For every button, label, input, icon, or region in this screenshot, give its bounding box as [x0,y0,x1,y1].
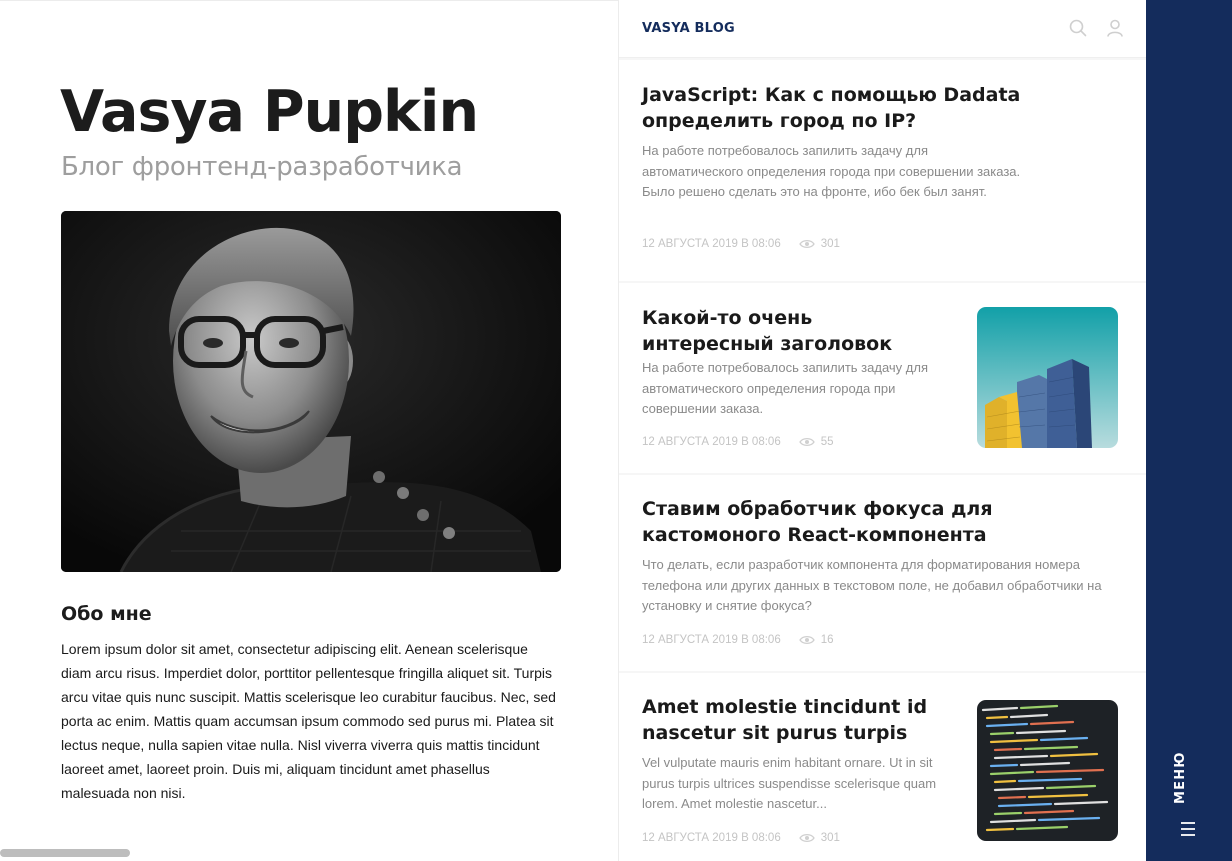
blog-feed: VASYA BLOG JavaScript: Как с помощью Dad… [618,0,1147,861]
eye-icon [798,239,815,249]
user-icon[interactable] [1105,18,1125,38]
post-views-count: 55 [820,436,834,448]
post-views: 301 [798,832,840,844]
post-meta: 12 АВГУСТА 2019 В 08:06 301 [642,238,840,250]
menu-sidebar[interactable]: МЕНЮ [1146,0,1232,861]
post-meta: 12 АВГУСТА 2019 В 08:06 301 [642,832,840,844]
post-date: 12 АВГУСТА 2019 В 08:06 [642,832,781,844]
post-views-count: 16 [820,634,834,646]
search-icon[interactable] [1068,18,1088,38]
profile-name: Vasya Pupkin [60,79,479,145]
hamburger-icon[interactable] [1179,821,1197,837]
post-meta: 12 АВГУСТА 2019 В 08:06 55 [642,436,834,448]
post-views: 55 [798,436,834,448]
post-date: 12 АВГУСТА 2019 В 08:06 [642,436,781,448]
horizontal-scrollbar[interactable] [0,849,130,857]
post-excerpt: На работе потребовалось запилить задачу … [642,143,1021,199]
post-meta: 12 АВГУСТА 2019 В 08:06 16 [642,634,834,646]
post-date: 12 АВГУСТА 2019 В 08:06 [642,634,781,646]
eye-icon [798,437,815,447]
post-excerpt: На работе потребовалось запилить задачу … [642,360,928,416]
blog-logo[interactable]: VASYA BLOG [642,21,735,36]
post-excerpt: Что делать, если разработчик компонента … [642,557,1102,613]
eye-icon [798,635,815,645]
post-views-count: 301 [820,832,840,844]
post-card[interactable]: Какой-то очень интересный заголовок На р… [619,283,1147,473]
post-card[interactable]: Amet molestie tincidunt id nascetur sit … [619,673,1147,861]
post-excerpt: Vel vulputate mauris enim habitant ornar… [642,755,937,811]
post-views: 301 [798,238,840,250]
post-views: 16 [798,634,834,646]
about-text: Lorem ipsum dolor sit amet, consectetur … [61,641,556,801]
post-title[interactable]: Amet molestie tincidunt id nascetur sit … [642,694,942,746]
post-thumbnail-buildings[interactable] [977,307,1118,448]
post-title[interactable]: Ставим обработчик фокуса для кастомоного… [642,496,1122,548]
post-views-count: 301 [820,238,840,250]
post-date: 12 АВГУСТА 2019 В 08:06 [642,238,781,250]
post-card[interactable]: JavaScript: Как с помощью Dadata определ… [619,60,1147,281]
post-thumbnail-code[interactable] [977,700,1118,841]
post-title[interactable]: JavaScript: Как с помощью Dadata определ… [642,82,1122,134]
eye-icon [798,833,815,843]
profile-subtitle: Блог фронтенд-разработчика [61,152,463,182]
about-heading: Обо мне [61,603,152,625]
post-card[interactable]: Ставим обработчик фокуса для кастомоного… [619,475,1147,671]
menu-label[interactable]: МЕНЮ [1173,751,1188,804]
portrait-photo [61,211,561,572]
post-title[interactable]: Какой-то очень интересный заголовок [642,305,942,357]
profile-section: Vasya Pupkin Блог фронтенд-разработчика [0,0,618,861]
blog-header: VASYA BLOG [619,0,1147,58]
